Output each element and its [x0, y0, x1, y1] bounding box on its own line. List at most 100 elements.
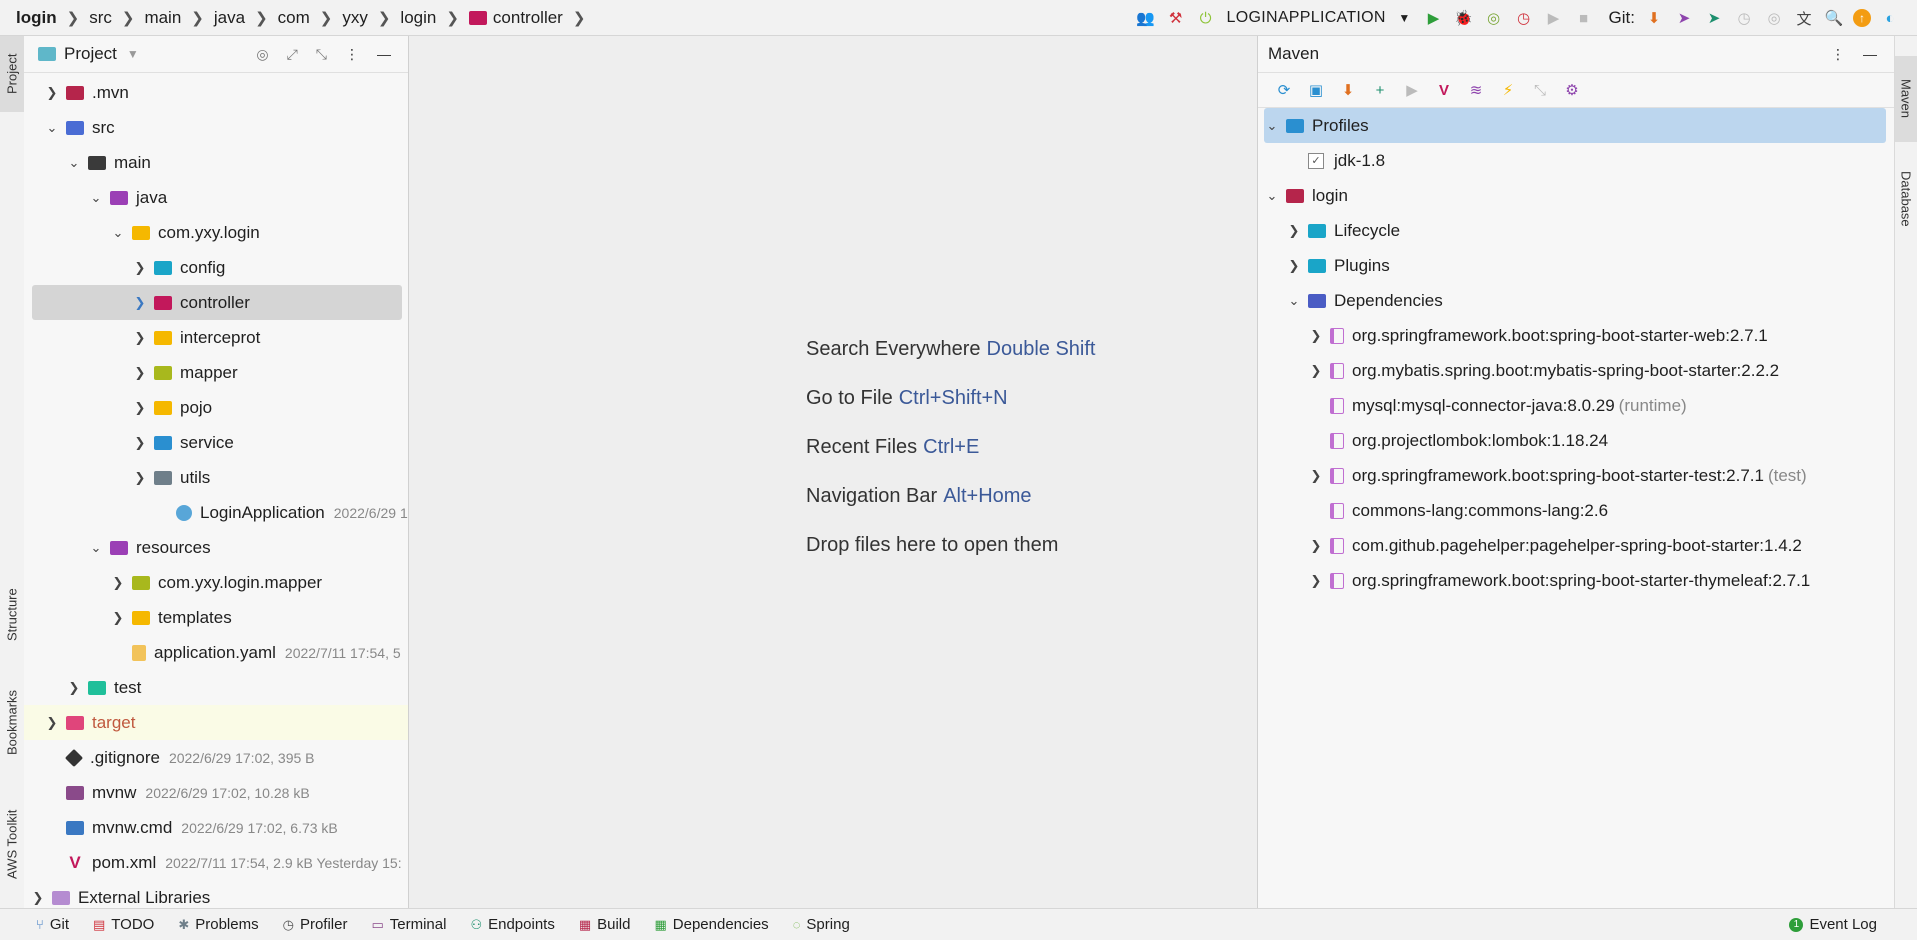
chevron-right-icon[interactable]: ❯ [132, 295, 148, 311]
chevron-right-icon[interactable]: ❯ [132, 260, 148, 276]
maven-dependency-item[interactable]: ❯ com.github.pagehelper:pagehelper-spring… [1308, 528, 1802, 563]
options-icon[interactable]: ⋮ [1831, 46, 1845, 63]
search-icon[interactable]: 🔍 [1823, 7, 1845, 29]
chevron-right-icon[interactable]: ❯ [132, 400, 148, 416]
tab-dependencies[interactable]: ▦ Dependencies [654, 916, 768, 933]
chevron-down-icon[interactable]: ⌄ [110, 225, 126, 241]
maven-item-plugins[interactable]: ❯ Plugins [1286, 248, 1390, 283]
chevron-down-icon[interactable]: ⌄ [1286, 293, 1302, 309]
tree-item-test[interactable]: ❯ test [66, 670, 142, 705]
chevron-right-icon[interactable]: ❯ [132, 365, 148, 381]
git-push-icon[interactable]: ➤ [1703, 7, 1725, 29]
chevron-down-icon[interactable]: ⌄ [1264, 188, 1280, 204]
chevron-right-icon[interactable]: ❯ [132, 330, 148, 346]
tree-item-com-yxy-login-mapper[interactable]: ❯ com.yxy.login.mapper [110, 565, 323, 600]
translate-icon[interactable]: 文 [1793, 7, 1815, 29]
download-icon[interactable]: ⬇ [1337, 79, 1359, 101]
maven-item-profiles[interactable]: ⌄ Profiles [1264, 108, 1886, 143]
run-icon[interactable]: ▶ [1423, 7, 1445, 29]
checkbox-checked-icon[interactable]: ✓ [1308, 152, 1324, 169]
chevron-down-icon[interactable]: ⌄ [1264, 118, 1280, 134]
tree-item-main[interactable]: ⌄ main [66, 145, 151, 180]
tab-todo[interactable]: ▤ TODO [93, 916, 154, 933]
tab-git[interactable]: ⑂ Git [36, 916, 69, 933]
maven-dependency-item[interactable]: ❯ org.springframework.boot:spring-boot-st… [1308, 458, 1807, 493]
tab-aws-toolkit[interactable]: AWS Toolkit [0, 788, 24, 900]
tab-maven[interactable]: Maven [1895, 56, 1917, 142]
chevron-right-icon[interactable]: ❯ [132, 470, 148, 486]
breadcrumb-item-login[interactable]: login ❯ [16, 8, 79, 28]
tree-item-src[interactable]: ⌄ src [44, 110, 115, 145]
editor-empty-area[interactable]: Search Everywhere Double Shift Go to File… [409, 36, 1258, 908]
tree-item-resources[interactable]: ⌄ resources [88, 530, 211, 565]
ide-logo-icon[interactable]: ◐ [1879, 7, 1901, 29]
maven-dependency-item[interactable]: ❯ org.mybatis.spring.boot:mybatis-spring-… [1308, 353, 1780, 388]
chevron-right-icon[interactable]: ❯ [44, 85, 60, 101]
maven-goal-icon[interactable]: V [1433, 79, 1455, 101]
maven-item-jdk-1-8[interactable]: ✓ jdk-1.8 [1308, 143, 1385, 178]
tree-item-loginapplication[interactable]: LoginApplication 2022/6/29 17:0 [154, 495, 408, 530]
tree-item-utils[interactable]: ❯ utils [132, 460, 211, 495]
chevron-right-icon[interactable]: ❯ [66, 680, 82, 696]
tree-item-templates[interactable]: ❯ templates [110, 600, 232, 635]
git-update-icon[interactable]: ⬇ [1643, 7, 1665, 29]
profile-icon[interactable]: ◷ [1513, 7, 1535, 29]
chevron-down-icon[interactable]: ⌄ [66, 155, 82, 171]
tree-item-mapper[interactable]: ❯ mapper [132, 355, 238, 390]
tree-item-controller[interactable]: ❯ controller [32, 285, 402, 320]
tree-item-mvnw[interactable]: mvnw 2022/6/29 17:02, 10.28 kB [66, 775, 310, 810]
git-commit-icon[interactable]: ➤ [1673, 7, 1695, 29]
expand-all-icon[interactable]: ⤢ [287, 46, 298, 63]
tree-item-application-yaml[interactable]: application.yaml 2022/7/11 17:54, 5 [132, 635, 401, 670]
settings-icon[interactable]: ⚙ [1561, 79, 1583, 101]
collapse-all-icon[interactable]: ⤡ [316, 46, 327, 63]
tree-item-mvn[interactable]: ❯ .mvn [44, 75, 129, 110]
chevron-right-icon[interactable]: ❯ [30, 890, 46, 906]
tree-item-com-yxy-login[interactable]: ⌄ com.yxy.login [110, 215, 260, 250]
breadcrumb-item-login-package[interactable]: login ❯ [400, 8, 459, 28]
chevron-right-icon[interactable]: ❯ [1308, 573, 1324, 589]
tree-item-interceprot[interactable]: ❯ interceprot [132, 320, 261, 355]
maven-dependency-item[interactable]: ❯ org.springframework.boot:spring-boot-st… [1308, 563, 1811, 598]
tab-problems[interactable]: ✱ Problems [178, 916, 258, 933]
tree-item-config[interactable]: ❯ config [132, 250, 226, 285]
debug-icon[interactable]: 🐞 [1453, 7, 1475, 29]
breadcrumb-item-com[interactable]: com ❯ [278, 8, 333, 28]
chevron-right-icon[interactable]: ❯ [44, 715, 60, 731]
maven-dependency-item[interactable]: ❯ org.springframework.boot:spring-boot-st… [1308, 318, 1768, 353]
generate-sources-icon[interactable]: ▣ [1305, 79, 1327, 101]
breadcrumb-item-java[interactable]: java ❯ [214, 8, 268, 28]
maven-dependency-item[interactable]: commons-lang:commons-lang:2.6 [1330, 493, 1608, 528]
event-log-button[interactable]: 1 Event Log [1789, 916, 1877, 933]
tab-build[interactable]: ▦ Build [579, 916, 631, 933]
hide-icon[interactable]: — [1863, 46, 1877, 62]
chevron-down-icon[interactable]: ⌄ [88, 190, 104, 206]
tab-database[interactable]: Database [1895, 146, 1917, 252]
coverage-icon[interactable]: ◎ [1483, 7, 1505, 29]
run-configuration-select[interactable]: LOGINAPPLICATION ▼ [1227, 9, 1411, 27]
project-panel-title[interactable]: Project [64, 44, 117, 64]
tree-item-service[interactable]: ❯ service [132, 425, 234, 460]
tab-project[interactable]: Project [0, 36, 24, 112]
chevron-down-icon[interactable]: ▼ [127, 47, 139, 61]
breadcrumb-item-main[interactable]: main ❯ [144, 8, 203, 28]
breadcrumb-item-controller[interactable]: controller ❯ [468, 8, 585, 28]
tree-item-target[interactable]: ❯ target [24, 705, 408, 740]
chevron-right-icon[interactable]: ❯ [1308, 538, 1324, 554]
maven-item-lifecycle[interactable]: ❯ Lifecycle [1286, 213, 1401, 248]
chevron-down-icon[interactable]: ⌄ [44, 120, 60, 136]
chevron-right-icon[interactable]: ❯ [1308, 328, 1324, 344]
tab-profiler[interactable]: ◷ Profiler [283, 916, 348, 933]
tab-structure[interactable]: Structure [0, 570, 24, 660]
tab-terminal[interactable]: ▭ Terminal [371, 916, 446, 933]
tree-item-pom-xml[interactable]: Vpom.xml 2022/7/11 17:54, 2.9 kB Yesterda… [66, 845, 401, 880]
locate-icon[interactable]: ◎ [256, 46, 268, 63]
add-icon[interactable]: + [1369, 79, 1391, 101]
users-icon[interactable]: 👥 [1135, 7, 1157, 29]
tree-item-pojo[interactable]: ❯ pojo [132, 390, 213, 425]
tree-item-mvnw-cmd[interactable]: mvnw.cmd 2022/6/29 17:02, 6.73 kB [66, 810, 338, 845]
chevron-right-icon[interactable]: ❯ [1286, 258, 1302, 274]
maven-item-dependencies[interactable]: ⌄ Dependencies [1286, 283, 1443, 318]
reload-icon[interactable]: ⟳ [1273, 79, 1295, 101]
chevron-right-icon[interactable]: ❯ [1308, 468, 1324, 484]
